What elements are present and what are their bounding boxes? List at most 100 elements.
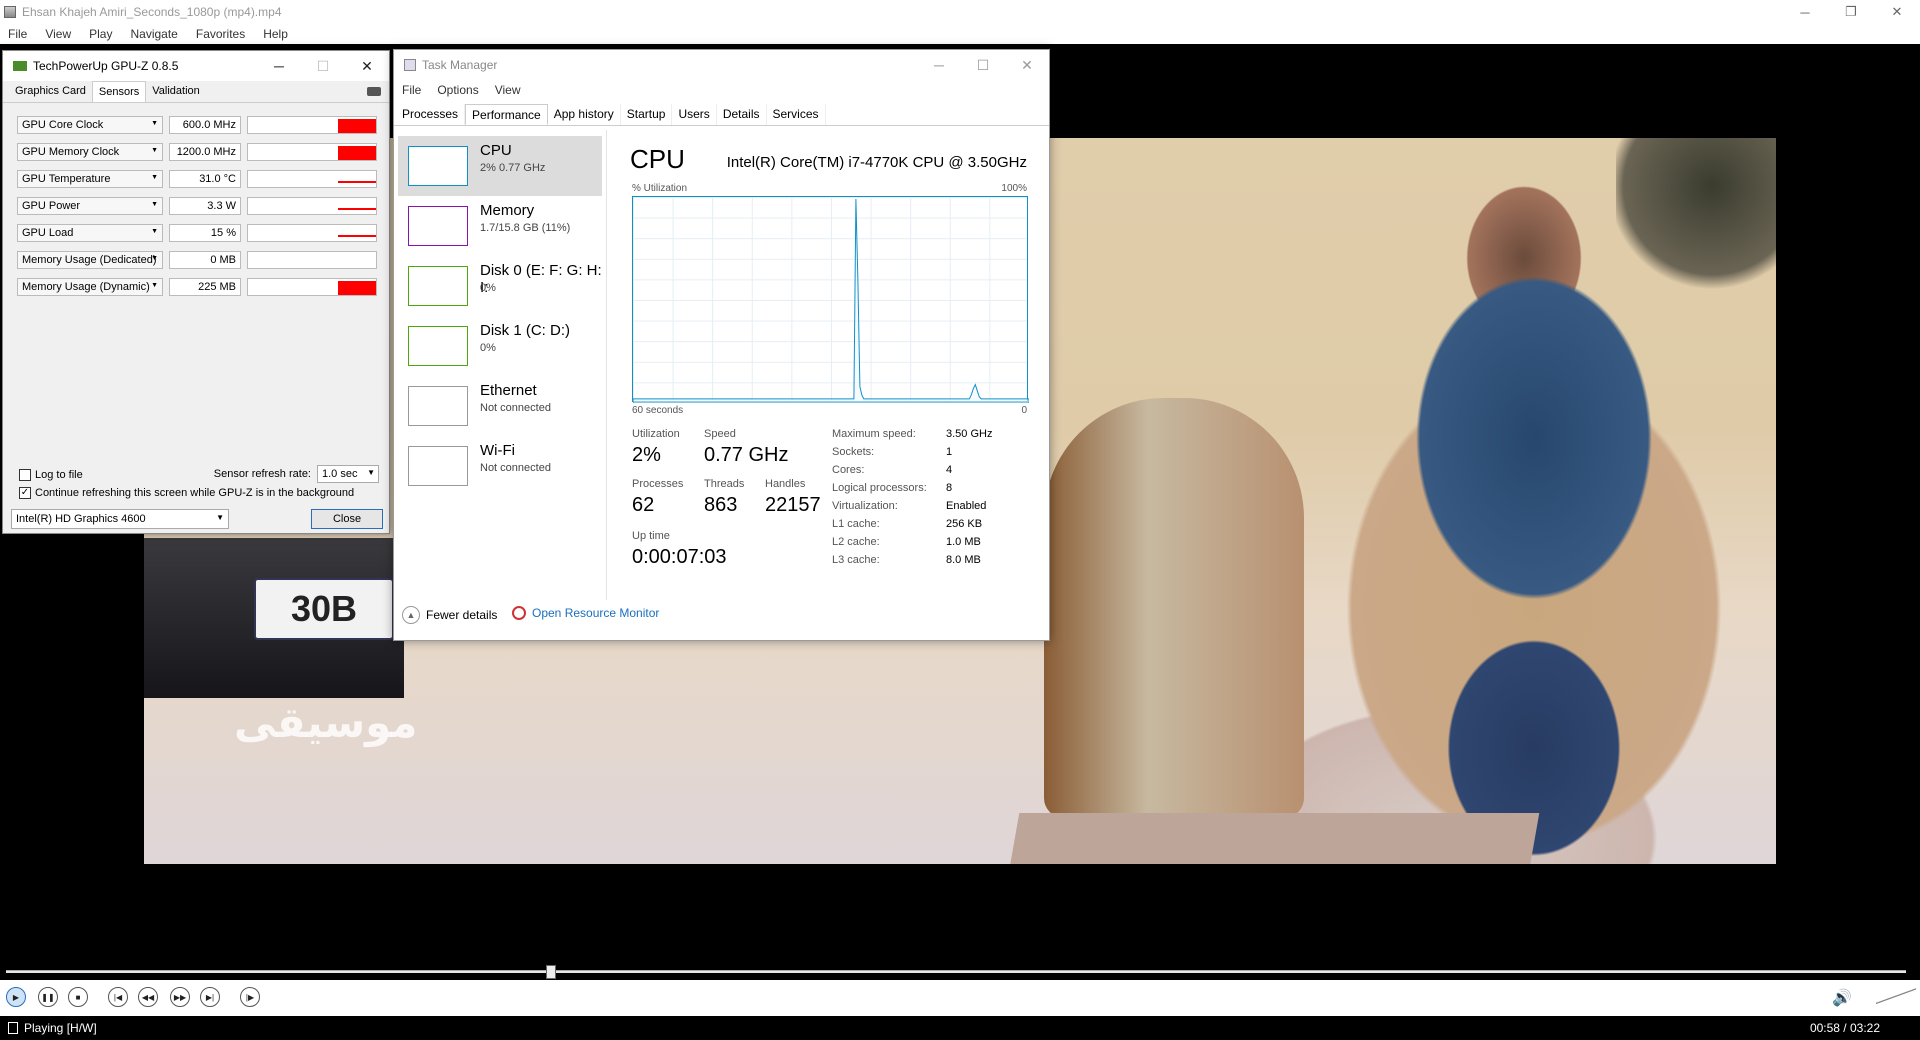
sensor-graph [247,143,377,161]
spec-key: Virtualization: [832,500,898,512]
volume-slider[interactable] [1876,986,1916,1006]
gpuz-tabs: Graphics Card Sensors Validation [3,81,389,103]
tm-menu-file[interactable]: File [402,83,421,97]
side-item-name: Ethernet [480,382,537,399]
tab-graphics-card[interactable]: Graphics Card [9,81,92,102]
tab-app-history[interactable]: App history [548,104,621,125]
refresh-rate-select[interactable]: 1.0 sec ▼ [317,465,379,483]
sensor-graph-bar [338,146,376,160]
spec-value: 1 [946,446,953,458]
sensor-select[interactable]: GPU Memory Clock [17,143,163,161]
sensor-value: 0 MB [169,251,241,269]
tm-menu-options[interactable]: Options [437,83,478,97]
spec-value: 1.0 MB [946,536,981,548]
spec-key: L2 cache: [832,536,880,548]
taskmanager-window: Task Manager ─ ☐ ✕ File Options View Pro… [393,49,1050,641]
restore-icon[interactable]: ❐ [1828,0,1874,24]
continue-refresh-checkbox[interactable]: ✓ Continue refreshing this screen while … [19,487,354,499]
sensor-graph [247,251,377,269]
sensor-select[interactable]: Memory Usage (Dynamic) [17,278,163,296]
side-item-thumbnail [408,446,468,486]
minimize-icon[interactable]: ─ [1782,0,1828,24]
side-item[interactable]: Disk 1 (C: D:) 0% [398,316,602,376]
minimize-icon[interactable]: ─ [917,50,961,80]
volume-icon[interactable]: 🔊 [1832,988,1852,1008]
sensor-row: Memory Usage (Dedicated) 0 MB [17,250,377,270]
camera-icon[interactable] [367,87,381,96]
side-item-sub: Not connected [480,462,551,474]
tab-processes[interactable]: Processes [396,104,466,125]
sensor-select[interactable]: Memory Usage (Dedicated) [17,251,163,269]
tab-sensors[interactable]: Sensors [91,81,147,102]
sensor-select[interactable]: GPU Power [17,197,163,215]
video-plate: 30B [254,578,394,640]
seek-bar[interactable] [6,970,1906,973]
side-item[interactable]: Wi-Fi Not connected [398,436,602,496]
device-select[interactable]: Intel(R) HD Graphics 4600 ▼ [11,509,229,529]
seek-thumb[interactable] [546,965,557,979]
side-item-name: Memory [480,202,535,219]
side-item[interactable]: Ethernet Not connected [398,376,602,436]
prev-button[interactable]: |◀ [108,987,128,1007]
sensor-select[interactable]: GPU Load [17,224,163,242]
checkbox-box[interactable]: ✓ [19,487,31,499]
tab-startup[interactable]: Startup [621,104,673,125]
gpuz-title-bar: TechPowerUp GPU-Z 0.8.5 ─ ☐ ✕ [3,51,389,81]
rewind-button[interactable]: ◀◀ [138,987,158,1007]
menu-favorites[interactable]: Favorites [196,27,245,41]
close-button[interactable]: Close [311,509,383,529]
cpu-name: Intel(R) Core(TM) i7-4770K CPU @ 3.50GHz [726,154,1027,171]
close-icon[interactable]: ✕ [345,51,389,81]
side-item[interactable]: Disk 0 (E: F: G: H: I: 0% [398,256,602,316]
frame-step-button[interactable]: |▶ [240,987,260,1007]
chevron-down-icon: ▼ [216,513,224,522]
cpu-graph [632,196,1030,404]
tm-menu-view[interactable]: View [495,83,521,97]
menu-file[interactable]: File [8,27,27,41]
perf-header: CPU [630,144,685,174]
stop-button[interactable]: ■ [68,987,88,1007]
next-button[interactable]: ▶| [200,987,220,1007]
tab-users[interactable]: Users [672,104,717,125]
side-item-sub: 0% [480,342,496,354]
close-icon[interactable]: ✕ [1005,50,1049,80]
spec-key: Cores: [832,464,865,476]
close-icon[interactable]: ✕ [1874,0,1920,24]
tab-performance[interactable]: Performance [465,104,548,125]
menu-play[interactable]: Play [89,27,112,41]
open-resource-monitor-link[interactable]: Open Resource Monitor [512,606,659,620]
tab-validation[interactable]: Validation [146,81,206,102]
menu-help[interactable]: Help [263,27,288,41]
forward-button[interactable]: ▶▶ [170,987,190,1007]
x-axis-right: 0 [1021,405,1027,416]
side-item-thumbnail [408,386,468,426]
threads-label: Threads [704,478,745,490]
pause-button[interactable]: ❚❚ [38,987,58,1007]
tab-services[interactable]: Services [767,104,826,125]
utilization-value: 2% [632,444,661,466]
fewer-details-button[interactable]: ▲ Fewer details [402,606,497,624]
menu-view[interactable]: View [45,27,71,41]
tab-details[interactable]: Details [717,104,767,125]
uptime-value: 0:00:07:03 [632,546,727,568]
side-item-thumbnail [408,146,468,186]
sensor-graph [247,116,377,134]
side-item[interactable]: CPU 2% 0.77 GHz [398,136,602,196]
side-item[interactable]: Memory 1.7/15.8 GB (11%) [398,196,602,256]
menu-navigate[interactable]: Navigate [130,27,177,41]
sensor-graph-line [338,208,376,210]
sensor-select[interactable]: GPU Core Clock [17,116,163,134]
sensor-select[interactable]: GPU Temperature [17,170,163,188]
player-app-icon [4,6,16,18]
log-to-file-checkbox[interactable]: Log to file [19,469,83,481]
checkbox-box[interactable] [19,469,31,481]
player-menu-bar: File View Play Navigate Favorites Help [0,24,1920,44]
sensor-graph [247,224,377,242]
minimize-icon[interactable]: ─ [257,51,301,81]
side-item-sub: 0% [480,282,496,294]
status-text: Playing [H/W] [24,1021,97,1035]
maximize-icon: ☐ [316,57,330,74]
utilization-label: Utilization [632,428,680,440]
maximize-icon[interactable]: ☐ [961,50,1005,80]
play-button[interactable]: ▶ [6,987,26,1007]
